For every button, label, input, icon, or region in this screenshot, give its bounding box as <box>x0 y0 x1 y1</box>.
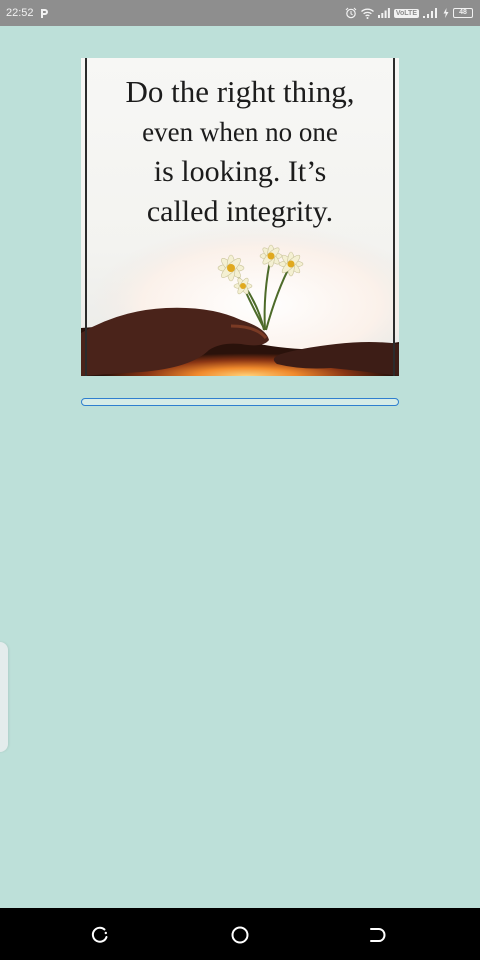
back-icon[interactable] <box>366 924 388 946</box>
volte-badge: VoLTE <box>393 8 419 18</box>
quote-line: Do the right thing, <box>125 74 355 109</box>
p-icon <box>40 8 48 18</box>
recents-icon[interactable] <box>89 924 111 946</box>
quote-text: Do the right thing, even when no one is … <box>81 72 399 232</box>
edge-panel-handle[interactable] <box>0 642 8 752</box>
quote-line: even when no one <box>142 117 338 147</box>
loading-progress-bar <box>81 398 399 406</box>
battery-icon: 48 <box>453 8 473 18</box>
alarm-icon <box>345 7 357 19</box>
wifi-icon <box>360 8 374 19</box>
quote-image: Do the right thing, even when no one is … <box>81 58 399 376</box>
charging-icon <box>443 8 449 18</box>
home-icon[interactable] <box>229 924 251 946</box>
quote-line: is looking. It’s <box>153 155 327 188</box>
signal-icon <box>377 8 390 18</box>
navigation-bar <box>0 908 480 960</box>
lte-signal-icon <box>423 8 437 18</box>
status-bar: 22:52 VoLTE 48 <box>0 0 480 26</box>
quote-line: called integrity. <box>146 195 334 228</box>
status-time: 22:52 <box>6 7 34 19</box>
